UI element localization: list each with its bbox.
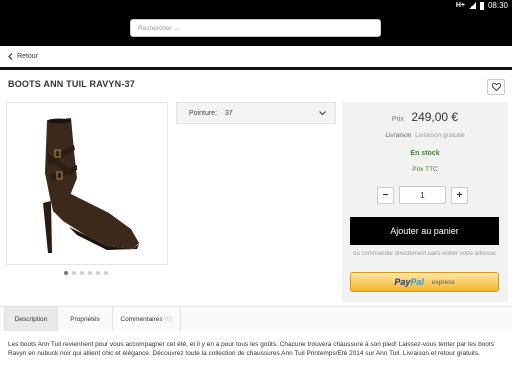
wishlist-button[interactable] bbox=[487, 79, 505, 95]
price-label: Prix bbox=[391, 116, 404, 123]
carousel-dot[interactable] bbox=[72, 271, 76, 275]
back-bar: Retour bbox=[0, 46, 512, 70]
tab-comments-label: Commentaires bbox=[120, 315, 163, 323]
paypal-logo-pal: Pal bbox=[410, 277, 424, 287]
tab-description[interactable]: Description bbox=[4, 307, 58, 331]
paypal-logo: PayPal bbox=[394, 277, 424, 287]
size-label: Pointure: bbox=[189, 110, 218, 117]
heart-icon bbox=[491, 83, 501, 91]
quantity-stepper: − 1 + bbox=[377, 186, 468, 204]
search-placeholder: Rechercher ... bbox=[138, 25, 179, 32]
carousel-dot[interactable] bbox=[80, 271, 84, 275]
price-value: 249,00 € bbox=[411, 110, 459, 124]
tab-properties[interactable]: Propriétés bbox=[58, 307, 113, 331]
signal-type: H+ bbox=[455, 2, 465, 9]
paypal-logo-pay: Pay bbox=[394, 277, 411, 287]
purchase-panel: Prix 249,00 € Livraison Livraison gratui… bbox=[342, 102, 508, 302]
size-select[interactable]: Pointure: 37 bbox=[176, 102, 336, 124]
size-value: 37 bbox=[225, 110, 233, 117]
back-label: Retour bbox=[17, 53, 39, 60]
carousel-dot[interactable] bbox=[96, 271, 100, 275]
carousel-dot[interactable] bbox=[88, 271, 92, 275]
product-title: BOOTS ANN TUIL RAVYN-37 bbox=[8, 79, 135, 89]
paypal-express-button[interactable]: PayPal express bbox=[350, 272, 499, 292]
app-header: Rechercher ... bbox=[0, 12, 512, 46]
product-description: Les boots Ann Tuil reviennent pour vous … bbox=[8, 341, 494, 357]
add-to-cart-button[interactable]: Ajouter au panier bbox=[350, 217, 499, 245]
price-line: Prix 249,00 € bbox=[342, 108, 508, 126]
direct-order-note: ou commander directement sans entrer vot… bbox=[353, 251, 496, 257]
search-input[interactable]: Rechercher ... bbox=[130, 19, 381, 37]
stock-status: En stock bbox=[410, 150, 440, 157]
tab-description-label: Description bbox=[14, 315, 48, 323]
carousel-dot[interactable] bbox=[104, 271, 108, 275]
quantity-input[interactable]: 1 bbox=[399, 186, 446, 204]
decrease-quantity-button[interactable]: − bbox=[377, 186, 394, 204]
tax-note: Prix TTC bbox=[412, 166, 438, 173]
delivery-line: Livraison Livraison gratuite bbox=[342, 132, 508, 139]
product-tabs: Description Propriétés Commentaires (0) bbox=[0, 306, 512, 331]
boot-image bbox=[43, 118, 139, 253]
chevron-left-icon bbox=[8, 53, 13, 60]
back-button[interactable]: Retour bbox=[8, 53, 38, 60]
product-image[interactable] bbox=[6, 102, 168, 265]
status-bar: H+ 08:30 bbox=[0, 0, 512, 12]
delivery-label: Livraison bbox=[385, 132, 412, 139]
tab-properties-label: Propriétés bbox=[70, 315, 100, 323]
carousel-dot[interactable] bbox=[64, 271, 68, 275]
increase-quantity-button[interactable]: + bbox=[451, 186, 468, 204]
chevron-down-icon bbox=[319, 111, 326, 116]
tab-comments[interactable]: Commentaires (0) bbox=[113, 307, 181, 331]
battery-icon bbox=[479, 1, 484, 10]
paypal-express-label: express bbox=[431, 278, 455, 286]
signal-icon bbox=[468, 2, 476, 9]
delivery-value: Livraison gratuite bbox=[415, 132, 465, 139]
status-time: 08:30 bbox=[487, 1, 508, 10]
image-carousel-dots[interactable] bbox=[64, 271, 108, 275]
comments-count: (0) bbox=[164, 315, 173, 323]
